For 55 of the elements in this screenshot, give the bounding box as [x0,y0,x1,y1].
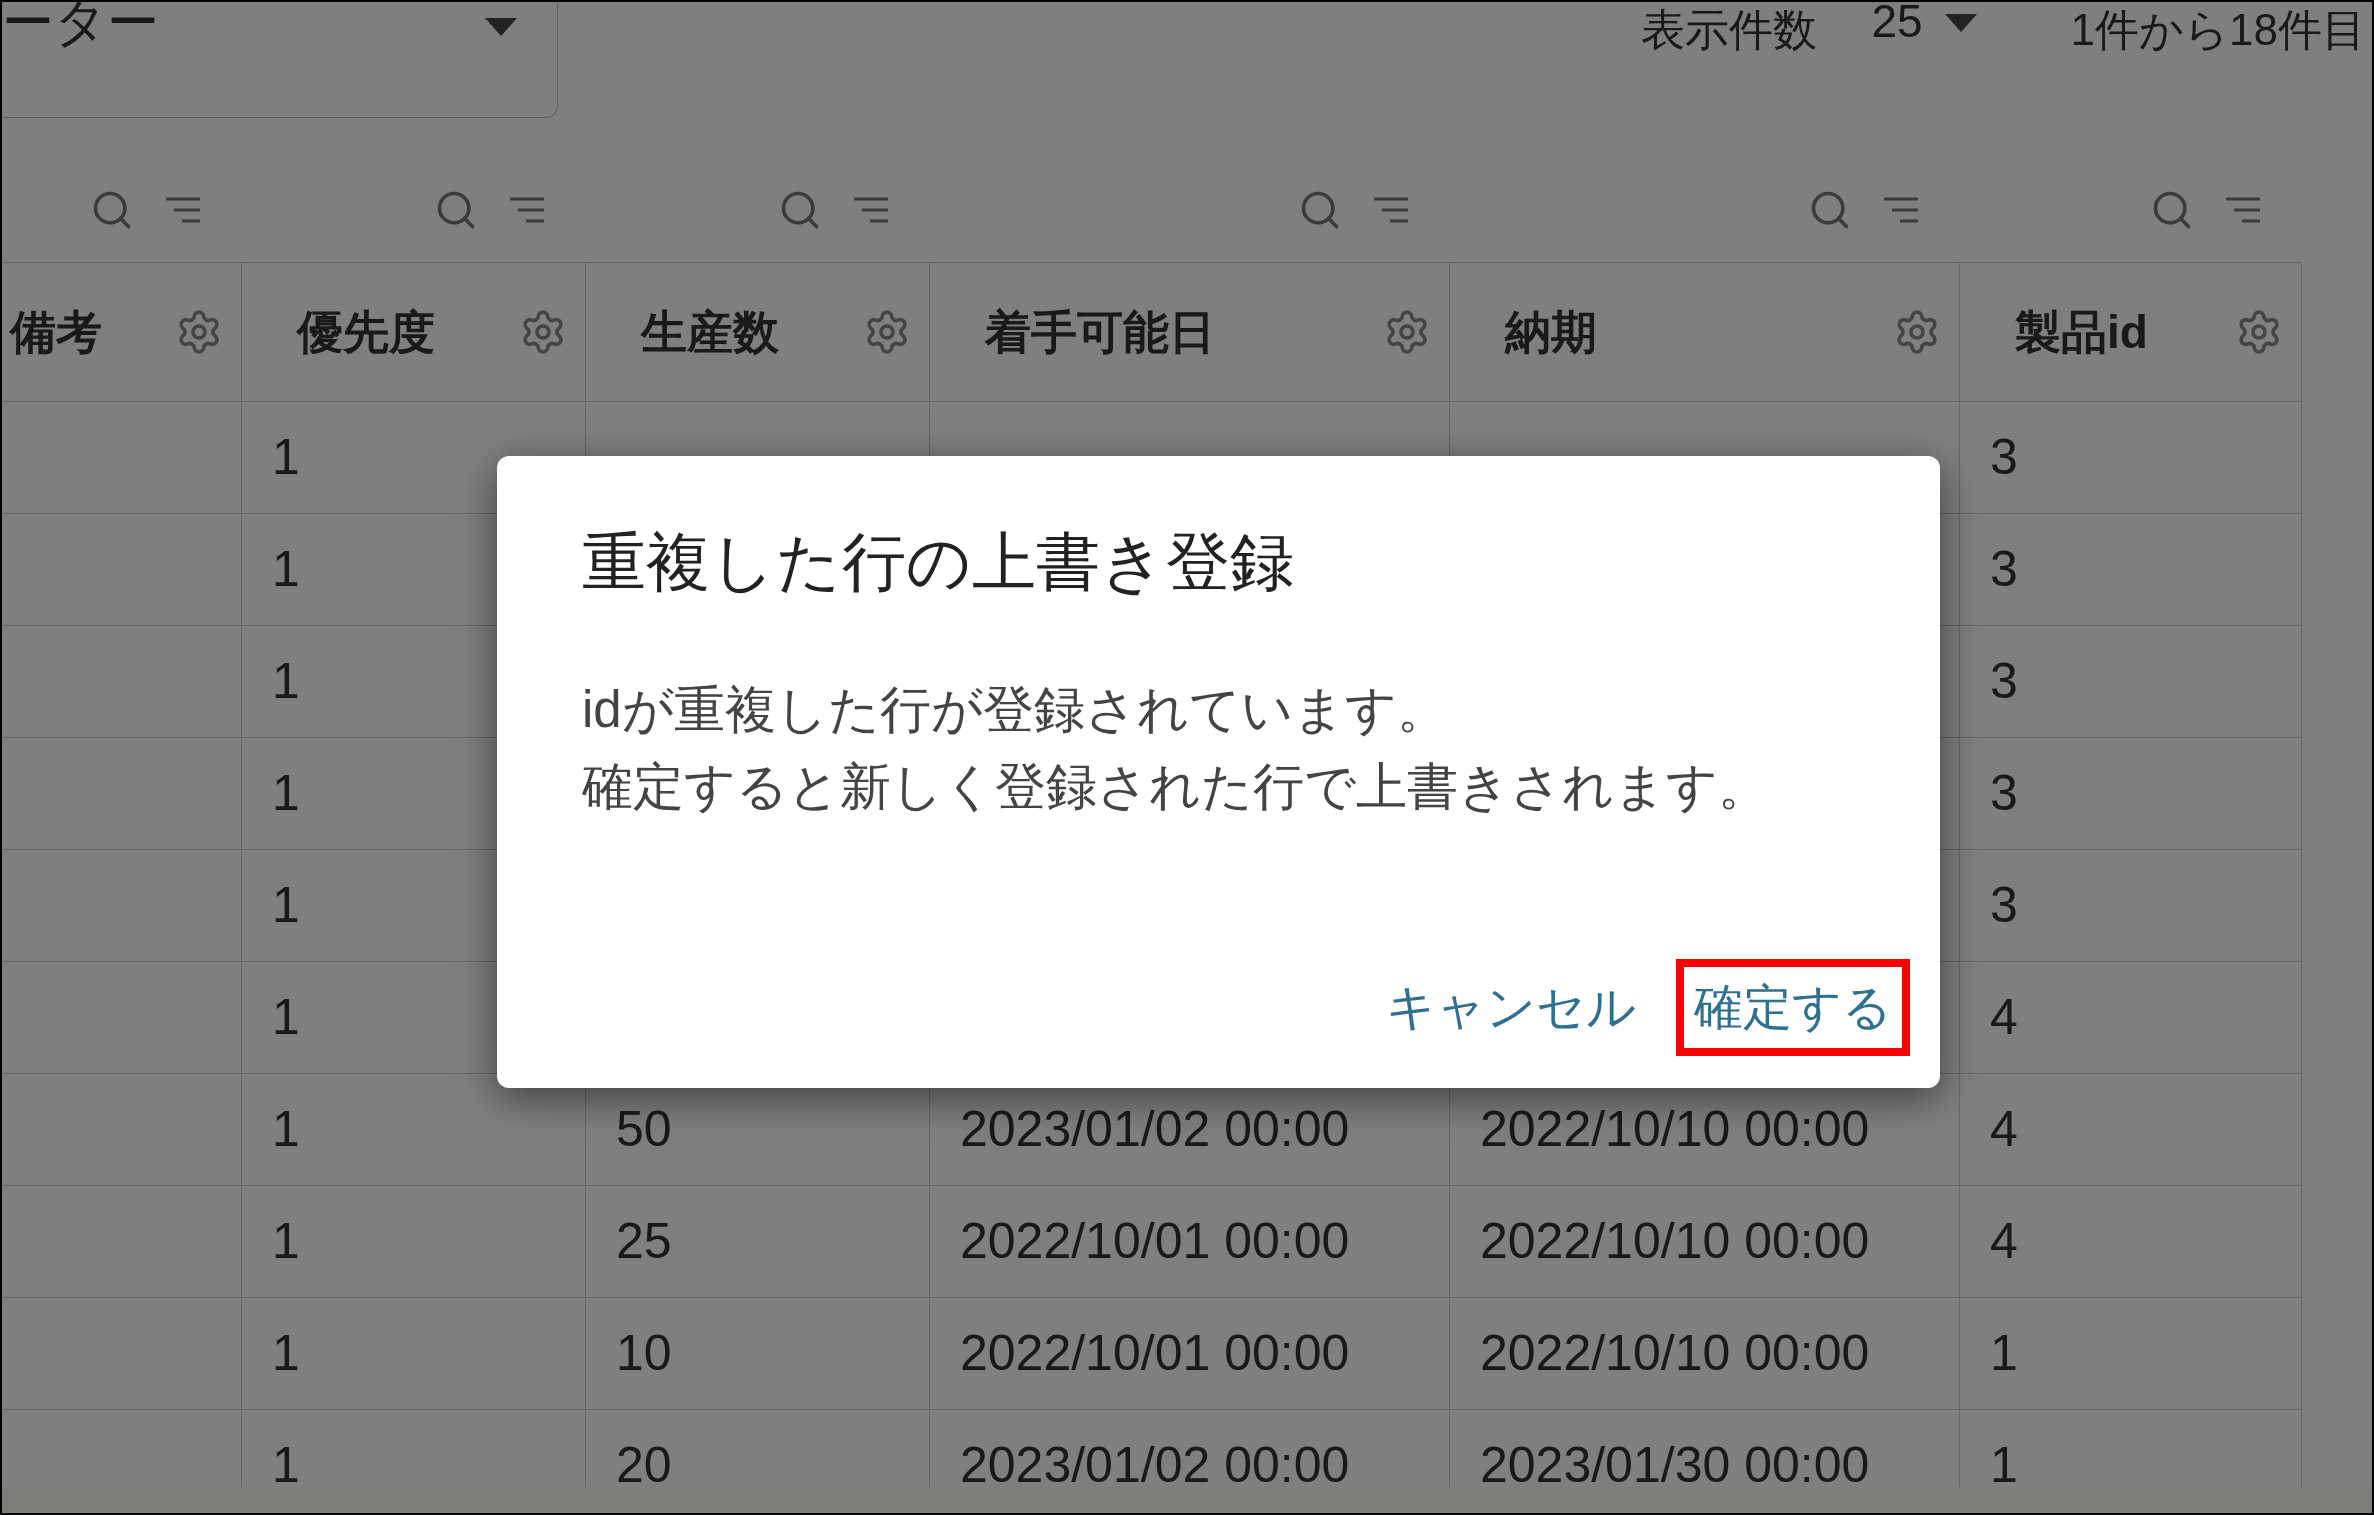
table-cell-text: 2023/01/30 00:00 [1480,1436,1870,1487]
table-cell-text: 3 [1990,652,2018,711]
table-cell-text: 1 [1990,1324,2018,1383]
table-cell-text: 1 [272,1212,300,1271]
page-size-select[interactable]: 25 [1871,2,1977,44]
column-header[interactable]: 製品id [1960,263,2302,401]
table-cell-text: 20 [616,1436,672,1487]
caret-icon [485,18,517,36]
table-cell-text: 4 [1990,1100,2018,1159]
filter-icon[interactable] [2224,195,2262,225]
table-cell-text: 1 [272,1436,300,1487]
cancel-button[interactable]: キャンセル [1386,959,1636,1056]
filter-icon[interactable] [852,195,890,225]
filter-icon[interactable] [508,195,546,225]
table-cell-text: 2023/01/02 00:00 [960,1100,1350,1159]
filter-icon[interactable] [1882,195,1920,225]
table-cell-text: 4 [1990,1212,2018,1271]
table-cell-text: 10 [616,1324,672,1383]
table-cell-text: 2022/10/10 00:00 [1480,1324,1870,1383]
confirm-button[interactable]: 確定する [1694,983,1892,1032]
dialog-message: idが重複した行が登録されています。 [582,684,1448,735]
filter-icon[interactable] [164,195,202,225]
table-cell-text: 1 [1990,1436,2018,1487]
table-cell-text: 2022/10/01 00:00 [960,1212,1350,1271]
table-cell-text: 1 [272,876,300,935]
table-cell-text: 2022/10/01 00:00 [960,1324,1350,1383]
table-cell-text: 1 [272,764,300,823]
table-cell-text: 4 [1990,988,2018,1047]
table-cell-text: 3 [1990,428,2018,487]
table-cell-text: 2023/01/02 00:00 [960,1436,1350,1487]
table-cell-text: 3 [1990,876,2018,935]
table-cell-text: 25 [616,1212,672,1271]
table-cell-text: 1 [272,428,300,487]
range-text: 1件から18件目 [2070,4,2366,56]
column-header[interactable]: 優先度 [242,263,586,401]
column-header[interactable]: 納期 [1450,263,1960,401]
table-cell-text: 2022/10/10 00:00 [1480,1212,1870,1271]
caret-icon [1944,14,1977,32]
filter-icon[interactable] [1372,195,1410,225]
table-cell-text: 3 [1990,540,2018,599]
table-cell-text: 1 [272,652,300,711]
page-size-label: 表示件数 [1641,4,1818,56]
table-cell-text: 3 [1990,764,2018,823]
scrollbar[interactable] [2,1487,2372,1513]
dialog-title: 重複した行の上書き登録 [582,530,1294,594]
table-cell-text: 1 [272,1100,300,1159]
table-cell-text: 1 [272,1324,300,1383]
table-cell-text: 1 [272,540,300,599]
column-header[interactable]: 着手可能日 [930,263,1450,401]
dialog-message: 確定すると新しく登録された行で上書きされます。 [582,761,1769,812]
table-cell-text: 2022/10/10 00:00 [1480,1100,1870,1159]
column-header[interactable]: 生産数 [586,263,930,401]
table-cell-text: 1 [272,988,300,1047]
column-header[interactable]: 備考 [2,263,242,401]
table-cell-text: 50 [616,1100,672,1159]
